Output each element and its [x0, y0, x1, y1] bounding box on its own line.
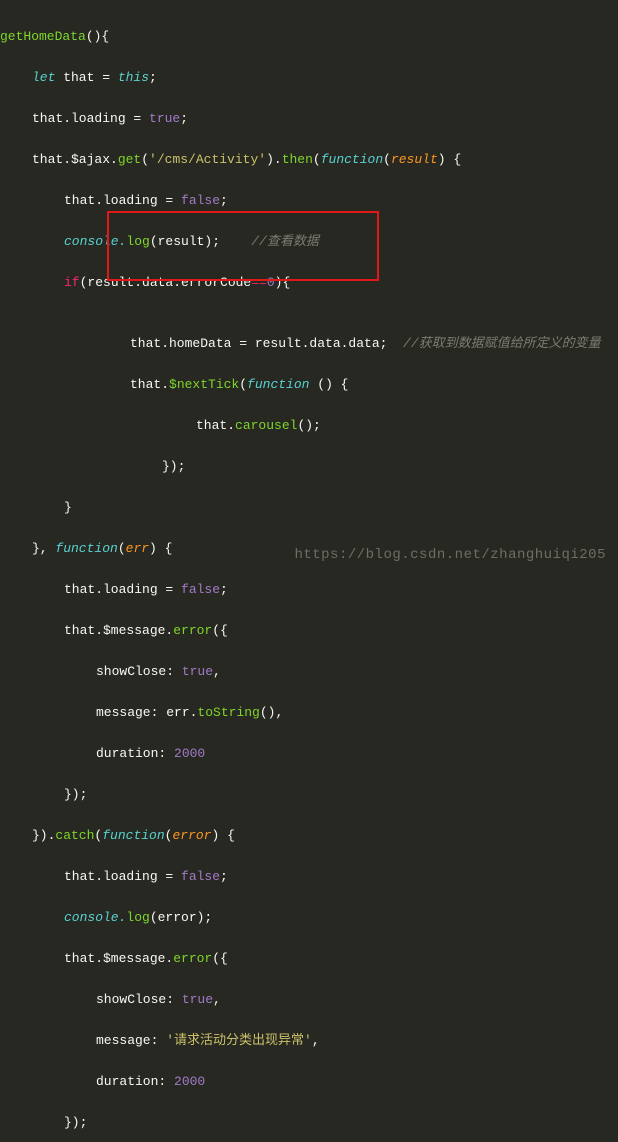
comment: //查看数据 [220, 234, 319, 249]
code-line: let that = this; [0, 68, 618, 89]
code-line: duration: 2000 [0, 744, 618, 765]
code-line: that.loading = false; [0, 580, 618, 601]
code-line: getHomeData(){ [0, 27, 618, 48]
code-line: that.homeData = result.data.data; //获取到数… [0, 334, 618, 355]
code-line: message: '请求活动分类出现异常', [0, 1031, 618, 1052]
code-block: getHomeData(){ let that = this; that.loa… [0, 0, 618, 1142]
code-line: that.loading = true; [0, 109, 618, 130]
comment: //获取到数据赋值给所定义的变量 [387, 336, 600, 351]
code-line: }).catch(function(error) { [0, 826, 618, 847]
code-line: that.$message.error({ [0, 621, 618, 642]
code-line: message: err.toString(), [0, 703, 618, 724]
code-line: that.$message.error({ [0, 949, 618, 970]
function-name: getHomeData [0, 29, 86, 44]
code-line: }); [0, 1113, 618, 1134]
code-line: showClose: true, [0, 662, 618, 683]
code-line: if(result.data.errorCode==0){ [0, 273, 618, 294]
code-line: }); [0, 785, 618, 806]
code-line: that.loading = false; [0, 191, 618, 212]
code-line: console.log(result); //查看数据 [0, 232, 618, 253]
code-line: }); [0, 457, 618, 478]
code-line: that.$nextTick(function () { [0, 375, 618, 396]
code-line: that.loading = false; [0, 867, 618, 888]
watermark: https://blog.csdn.net/zhanghuiqi205 [294, 545, 606, 566]
code-line: duration: 2000 [0, 1072, 618, 1093]
code-line: } [0, 498, 618, 519]
code-line: that.carousel(); [0, 416, 618, 437]
code-line: console.log(error); [0, 908, 618, 929]
code-line: showClose: true, [0, 990, 618, 1011]
code-line: that.$ajax.get('/cms/Activity').then(fun… [0, 150, 618, 171]
